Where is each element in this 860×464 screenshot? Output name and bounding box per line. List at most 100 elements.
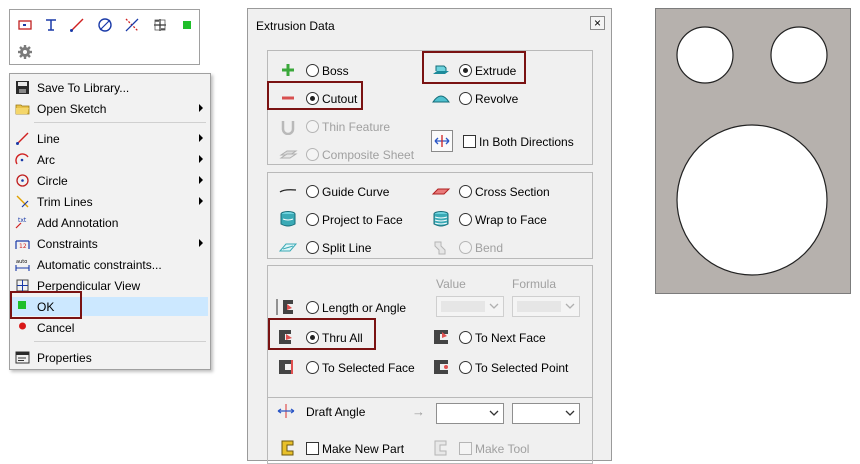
menu-item-label: Properties — [37, 351, 92, 365]
guide-curve-icon — [278, 182, 298, 200]
project-to-face-radio[interactable] — [306, 213, 319, 226]
value-dropdown — [436, 296, 504, 317]
boss-option[interactable]: Boss — [278, 60, 418, 80]
text-icon[interactable] — [42, 16, 60, 34]
to-next-face-label: To Next Face — [475, 331, 546, 345]
menu-item-cancel[interactable]: Cancel — [12, 318, 208, 337]
wrap-to-face-label: Wrap to Face — [475, 213, 547, 227]
save-icon — [15, 80, 30, 95]
wrap-to-face-radio[interactable] — [459, 213, 472, 226]
menu-item-constraints[interactable]: 12 Constraints — [12, 234, 208, 253]
to-next-face-icon — [431, 328, 451, 346]
sketch-toolbar — [9, 9, 200, 65]
both-directions-option[interactable]: In Both Directions — [431, 130, 591, 154]
submenu-arrow-icon — [199, 239, 203, 247]
menu-item-label: Trim Lines — [37, 195, 93, 209]
guide-curve-label: Guide Curve — [322, 185, 390, 199]
trim-icon[interactable] — [123, 16, 141, 34]
wrap-to-face-option[interactable]: Wrap to Face — [431, 209, 571, 229]
menu-item-label: Circle — [37, 174, 68, 188]
ok-green-icon[interactable] — [178, 16, 196, 34]
draft-angle-dropdown[interactable] — [436, 403, 504, 424]
guide-curve-radio[interactable] — [306, 185, 319, 198]
submenu-arrow-icon — [199, 134, 203, 142]
length-or-angle-icon — [276, 298, 296, 316]
cancel-icon — [15, 320, 30, 335]
menu-item-add-annotation[interactable]: txt Add Annotation — [12, 213, 208, 232]
formula-field — [517, 301, 561, 312]
to-next-face-option[interactable]: To Next Face — [431, 327, 581, 347]
wrap-to-face-icon — [431, 210, 451, 228]
revolve-label: Revolve — [475, 92, 519, 106]
guide-curve-option[interactable]: Guide Curve — [278, 181, 418, 201]
chevron-down-icon — [565, 410, 575, 416]
chevron-down-icon — [489, 410, 499, 416]
split-line-radio[interactable] — [306, 241, 319, 254]
menu-item-label: Line — [37, 132, 60, 146]
to-next-face-radio[interactable] — [459, 331, 472, 344]
annotation-highlight-extrude — [422, 51, 526, 84]
menu-item-properties[interactable]: Properties — [12, 348, 208, 367]
circle-icon[interactable] — [96, 16, 114, 34]
boss-radio[interactable] — [306, 64, 319, 77]
menu-item-line[interactable]: Line — [12, 129, 208, 148]
menu-item-trim-lines[interactable]: Trim Lines — [12, 192, 208, 211]
revolve-radio[interactable] — [459, 92, 472, 105]
path-panel: Guide Curve Project to Face Split Line C… — [267, 172, 593, 259]
thin-feature-label: Thin Feature — [322, 120, 391, 134]
to-selected-face-radio[interactable] — [306, 361, 319, 374]
menu-item-arc[interactable]: Arc — [12, 150, 208, 169]
cross-section-radio[interactable] — [459, 185, 472, 198]
make-new-part-option[interactable]: Make New Part — [278, 438, 418, 458]
draft-angle-option: Draft Angle — [276, 401, 396, 421]
menu-item-label: Add Annotation — [37, 216, 119, 230]
composite-sheet-icon — [278, 145, 298, 163]
project-to-face-label: Project to Face — [322, 213, 403, 227]
gear-icon[interactable] — [16, 43, 34, 61]
menu-item-label: Cancel — [37, 321, 75, 335]
arrow-right-icon: → — [412, 404, 425, 419]
to-selected-point-radio[interactable] — [459, 361, 472, 374]
close-button[interactable]: × — [590, 16, 605, 30]
trim-icon — [15, 194, 30, 209]
dialog-title: Extrusion Data — [256, 19, 335, 33]
to-selected-point-option[interactable]: To Selected Point — [431, 357, 591, 377]
annotation-icon: txt — [15, 215, 30, 230]
menu-item-save-to-library[interactable]: Save To Library... — [12, 78, 208, 97]
split-line-option[interactable]: Split Line — [278, 237, 418, 257]
both-directions-checkbox[interactable] — [463, 135, 476, 148]
submenu-arrow-icon — [199, 155, 203, 163]
menu-item-circle[interactable]: Circle — [12, 171, 208, 190]
svg-text:12: 12 — [19, 243, 27, 250]
large-hole — [676, 124, 828, 276]
both-directions-icon — [431, 130, 453, 152]
length-or-angle-option[interactable]: Length or Angle — [276, 297, 426, 317]
value-field — [441, 301, 485, 312]
cross-section-option[interactable]: Cross Section — [431, 181, 571, 201]
composite-sheet-option: Composite Sheet — [278, 144, 428, 164]
thin-feature-option: Thin Feature — [278, 116, 428, 136]
annotation-highlight-ok — [10, 291, 82, 319]
chevron-down-icon — [489, 303, 499, 309]
arc-icon — [15, 152, 30, 167]
make-new-part-checkbox[interactable] — [306, 442, 319, 455]
thin-feature-radio — [306, 120, 319, 133]
grid-icon[interactable] — [151, 16, 169, 34]
menu-item-automatic-constraints[interactable]: auto Automatic constraints... — [12, 255, 208, 274]
to-selected-face-option[interactable]: To Selected Face — [276, 357, 436, 377]
menu-item-open-sketch[interactable]: Open Sketch — [12, 99, 208, 118]
part-preview-drawing — [676, 26, 828, 276]
small-hole-left — [676, 26, 734, 84]
menu-item-label: Constraints — [37, 237, 98, 251]
revolve-option[interactable]: Revolve — [431, 88, 541, 108]
draft-formula-dropdown[interactable] — [512, 403, 580, 424]
length-or-angle-radio[interactable] — [306, 301, 319, 314]
menu-item-label: Open Sketch — [37, 102, 107, 116]
draft-angle-label: Draft Angle — [306, 405, 366, 419]
line-icon[interactable] — [68, 16, 86, 34]
chevron-down-icon — [565, 303, 575, 309]
make-new-part-label: Make New Part — [322, 442, 405, 456]
rectangle-icon[interactable] — [16, 16, 34, 34]
project-to-face-option[interactable]: Project to Face — [278, 209, 418, 229]
menu-separator — [34, 122, 206, 123]
